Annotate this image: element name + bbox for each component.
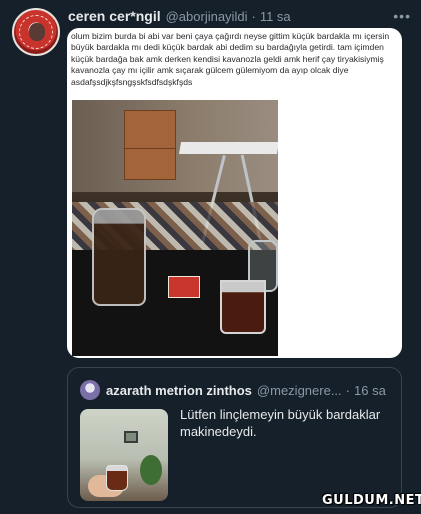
thumb-plant (140, 455, 162, 485)
author-name[interactable]: ceren cer*ngil (68, 8, 161, 24)
quoted-tweet-text: Lütfen linçlemeyin büyük bardaklar makin… (180, 407, 381, 439)
photo-cabinet (124, 110, 176, 180)
photo-tea-jar (92, 208, 146, 306)
quoted-author-name: azarath metrion zinthos (106, 382, 252, 398)
quoted-author-handle: @mezignere... (256, 382, 342, 398)
quoted-tweet-time: 16 sa (354, 382, 386, 398)
tweet-time[interactable]: 11 sa (260, 9, 291, 24)
photo-cigarette-box (168, 276, 200, 298)
quoted-author-avatar[interactable] (80, 380, 100, 400)
photo-tea-glass (220, 280, 266, 334)
more-horizontal-icon[interactable]: ••• (393, 8, 411, 24)
site-watermark: GULDUM.NET (322, 493, 421, 508)
thumb-picture-frame (124, 431, 138, 443)
tweet-media[interactable]: olum bizim burda bi abi var beni çaya ça… (67, 28, 402, 358)
author-avatar[interactable] (12, 8, 60, 56)
separator-dot: · (251, 8, 256, 24)
avatar-face (29, 23, 45, 41)
thumb-tea-cup (106, 465, 128, 491)
quoted-tweet-header: azarath metrion zinthos @mezignere... · … (106, 381, 393, 399)
author-handle[interactable]: @aborjinayildi (166, 9, 248, 24)
quoted-tweet-thumbnail[interactable] (80, 409, 168, 501)
quoted-separator-dot: · (345, 382, 350, 398)
media-caption-text: olum bizim burda bi abi var beni çaya ça… (71, 31, 390, 87)
photo-white-table (178, 142, 278, 154)
tweet-header: ceren cer*ngil @aborjinayildi · 11 sa ••… (68, 6, 411, 26)
tea-jar-photo (72, 100, 278, 356)
photo-cabinet-line (124, 148, 176, 149)
quoted-tweet-card[interactable]: azarath metrion zinthos @mezignere... · … (67, 367, 402, 508)
